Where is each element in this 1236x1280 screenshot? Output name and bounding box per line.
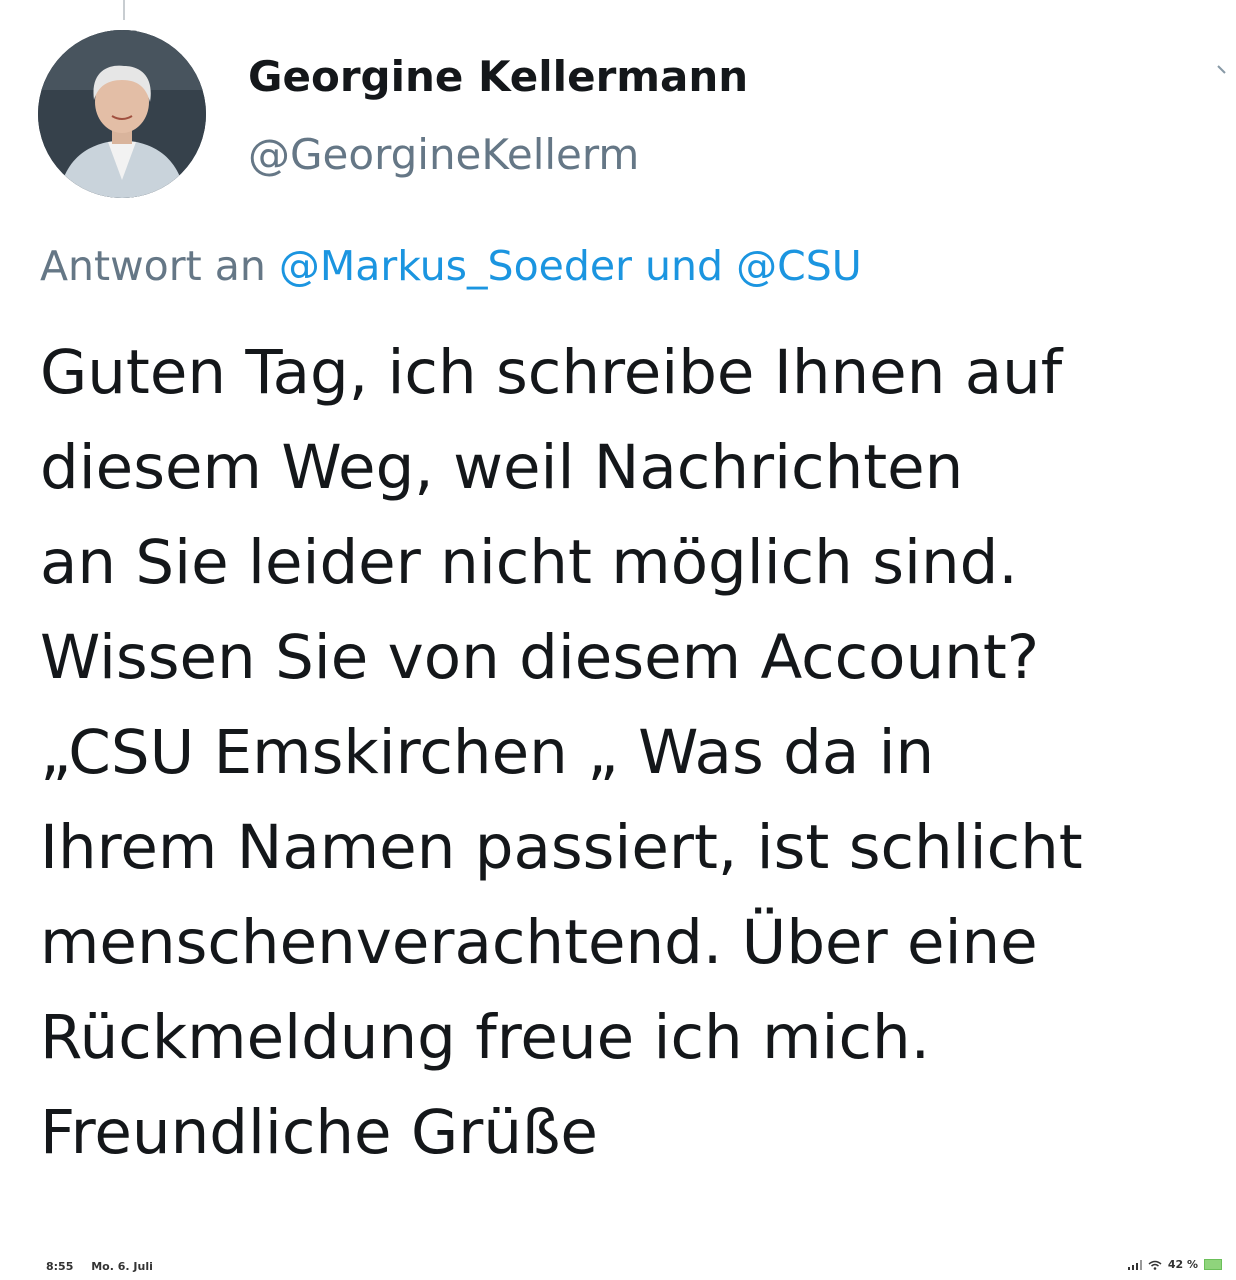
tweet-line: „CSU Emskirchen „ Was da in [40,717,935,788]
battery-percent: 42 % [1167,1258,1198,1271]
status-bar: 8:55 Mo. 6. Juli 42 % [0,1244,1236,1280]
tweet-line: Ihrem Namen passiert, ist schlicht [40,812,1083,883]
tweet-line: an Sie leider nicht möglich sind. [40,527,1018,598]
status-right: 42 % [1127,1258,1222,1271]
tweet-line: Guten Tag, ich schreibe Ihnen auf [40,337,1063,408]
author-handle[interactable]: @GeorgineKellerm [248,130,639,179]
tweet-text: Guten Tag, ich schreibe Ihnen auf diesem… [40,325,1230,1180]
reply-conjunction[interactable]: und [645,242,723,290]
reply-prefix: Antwort an [40,242,266,290]
tweet-line: diesem Weg, weil Nachrichten [40,432,964,503]
signal-icon [1127,1259,1142,1270]
author-display-name[interactable]: Georgine Kellermann [248,52,748,101]
mention-csu[interactable]: @CSU [736,242,862,290]
reply-context: Antwort an @Markus_Soeder und @CSU [40,242,862,290]
tweet-line: Wissen Sie von diesem Account? [40,622,1040,693]
tweet-line: Freundliche Grüße [40,1097,598,1168]
status-date: Mo. 6. Juli [91,1260,153,1273]
avatar-photo [38,30,206,198]
battery-icon [1204,1259,1222,1270]
tweet-line: menschenverachtend. Über eine [40,907,1038,978]
wifi-icon [1148,1260,1162,1270]
thread-connector-line [123,0,125,20]
mention-markus-soeder[interactable]: @Markus_Soeder [279,242,632,290]
status-left: 8:55 Mo. 6. Juli [46,1260,167,1273]
tweet-line: Rückmeldung freue ich mich. [40,1002,931,1073]
status-time: 8:55 [46,1260,74,1273]
chevron-down-icon[interactable] [1214,58,1236,82]
avatar[interactable] [38,30,206,198]
